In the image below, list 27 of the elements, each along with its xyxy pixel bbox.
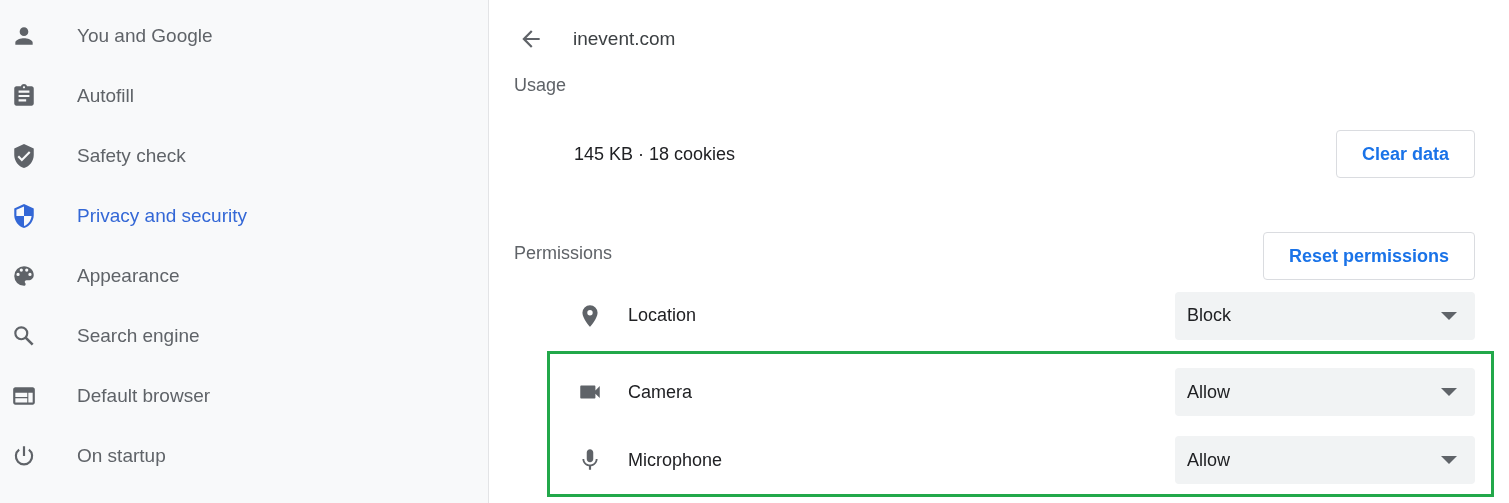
palette-icon — [11, 263, 37, 289]
permission-label: Camera — [628, 381, 694, 403]
reset-permissions-button[interactable]: Reset permissions — [1262, 232, 1475, 280]
sidebar-item[interactable]: Autofill — [0, 66, 488, 126]
site-title: inevent.com — [573, 28, 676, 50]
sidebar-item[interactable]: Default browser — [0, 366, 488, 426]
sidebar-item[interactable]: Appearance — [0, 246, 488, 306]
sidebar-item[interactable]: Search engine — [0, 306, 488, 366]
permission-dropdown[interactable]: Block — [1175, 291, 1475, 340]
permission-dropdown[interactable]: Allow — [1175, 368, 1475, 416]
sidebar-item[interactable]: You and Google — [0, 6, 488, 66]
permission-label: Location — [628, 305, 698, 326]
caret-icon — [1441, 456, 1457, 464]
shield-check-icon — [11, 143, 37, 169]
permissions-heading: Permissions — [514, 242, 613, 264]
sidebar-item[interactable]: Privacy and security — [0, 186, 488, 246]
permission-dropdown[interactable]: Allow — [1175, 436, 1475, 484]
sidebar-item[interactable]: Safety check — [0, 126, 488, 186]
permission-label: Microphone — [628, 449, 724, 471]
sidebar-item[interactable]: On startup — [0, 426, 488, 486]
shield-icon — [11, 203, 37, 229]
clipboard-icon — [11, 83, 37, 109]
caret-icon — [1441, 311, 1457, 320]
usage-summary: 145 KB · 18 cookies — [574, 143, 736, 165]
clear-data-button[interactable]: Clear data — [1335, 130, 1475, 178]
usage-heading: Usage — [514, 74, 568, 97]
caret-icon — [1441, 388, 1457, 396]
